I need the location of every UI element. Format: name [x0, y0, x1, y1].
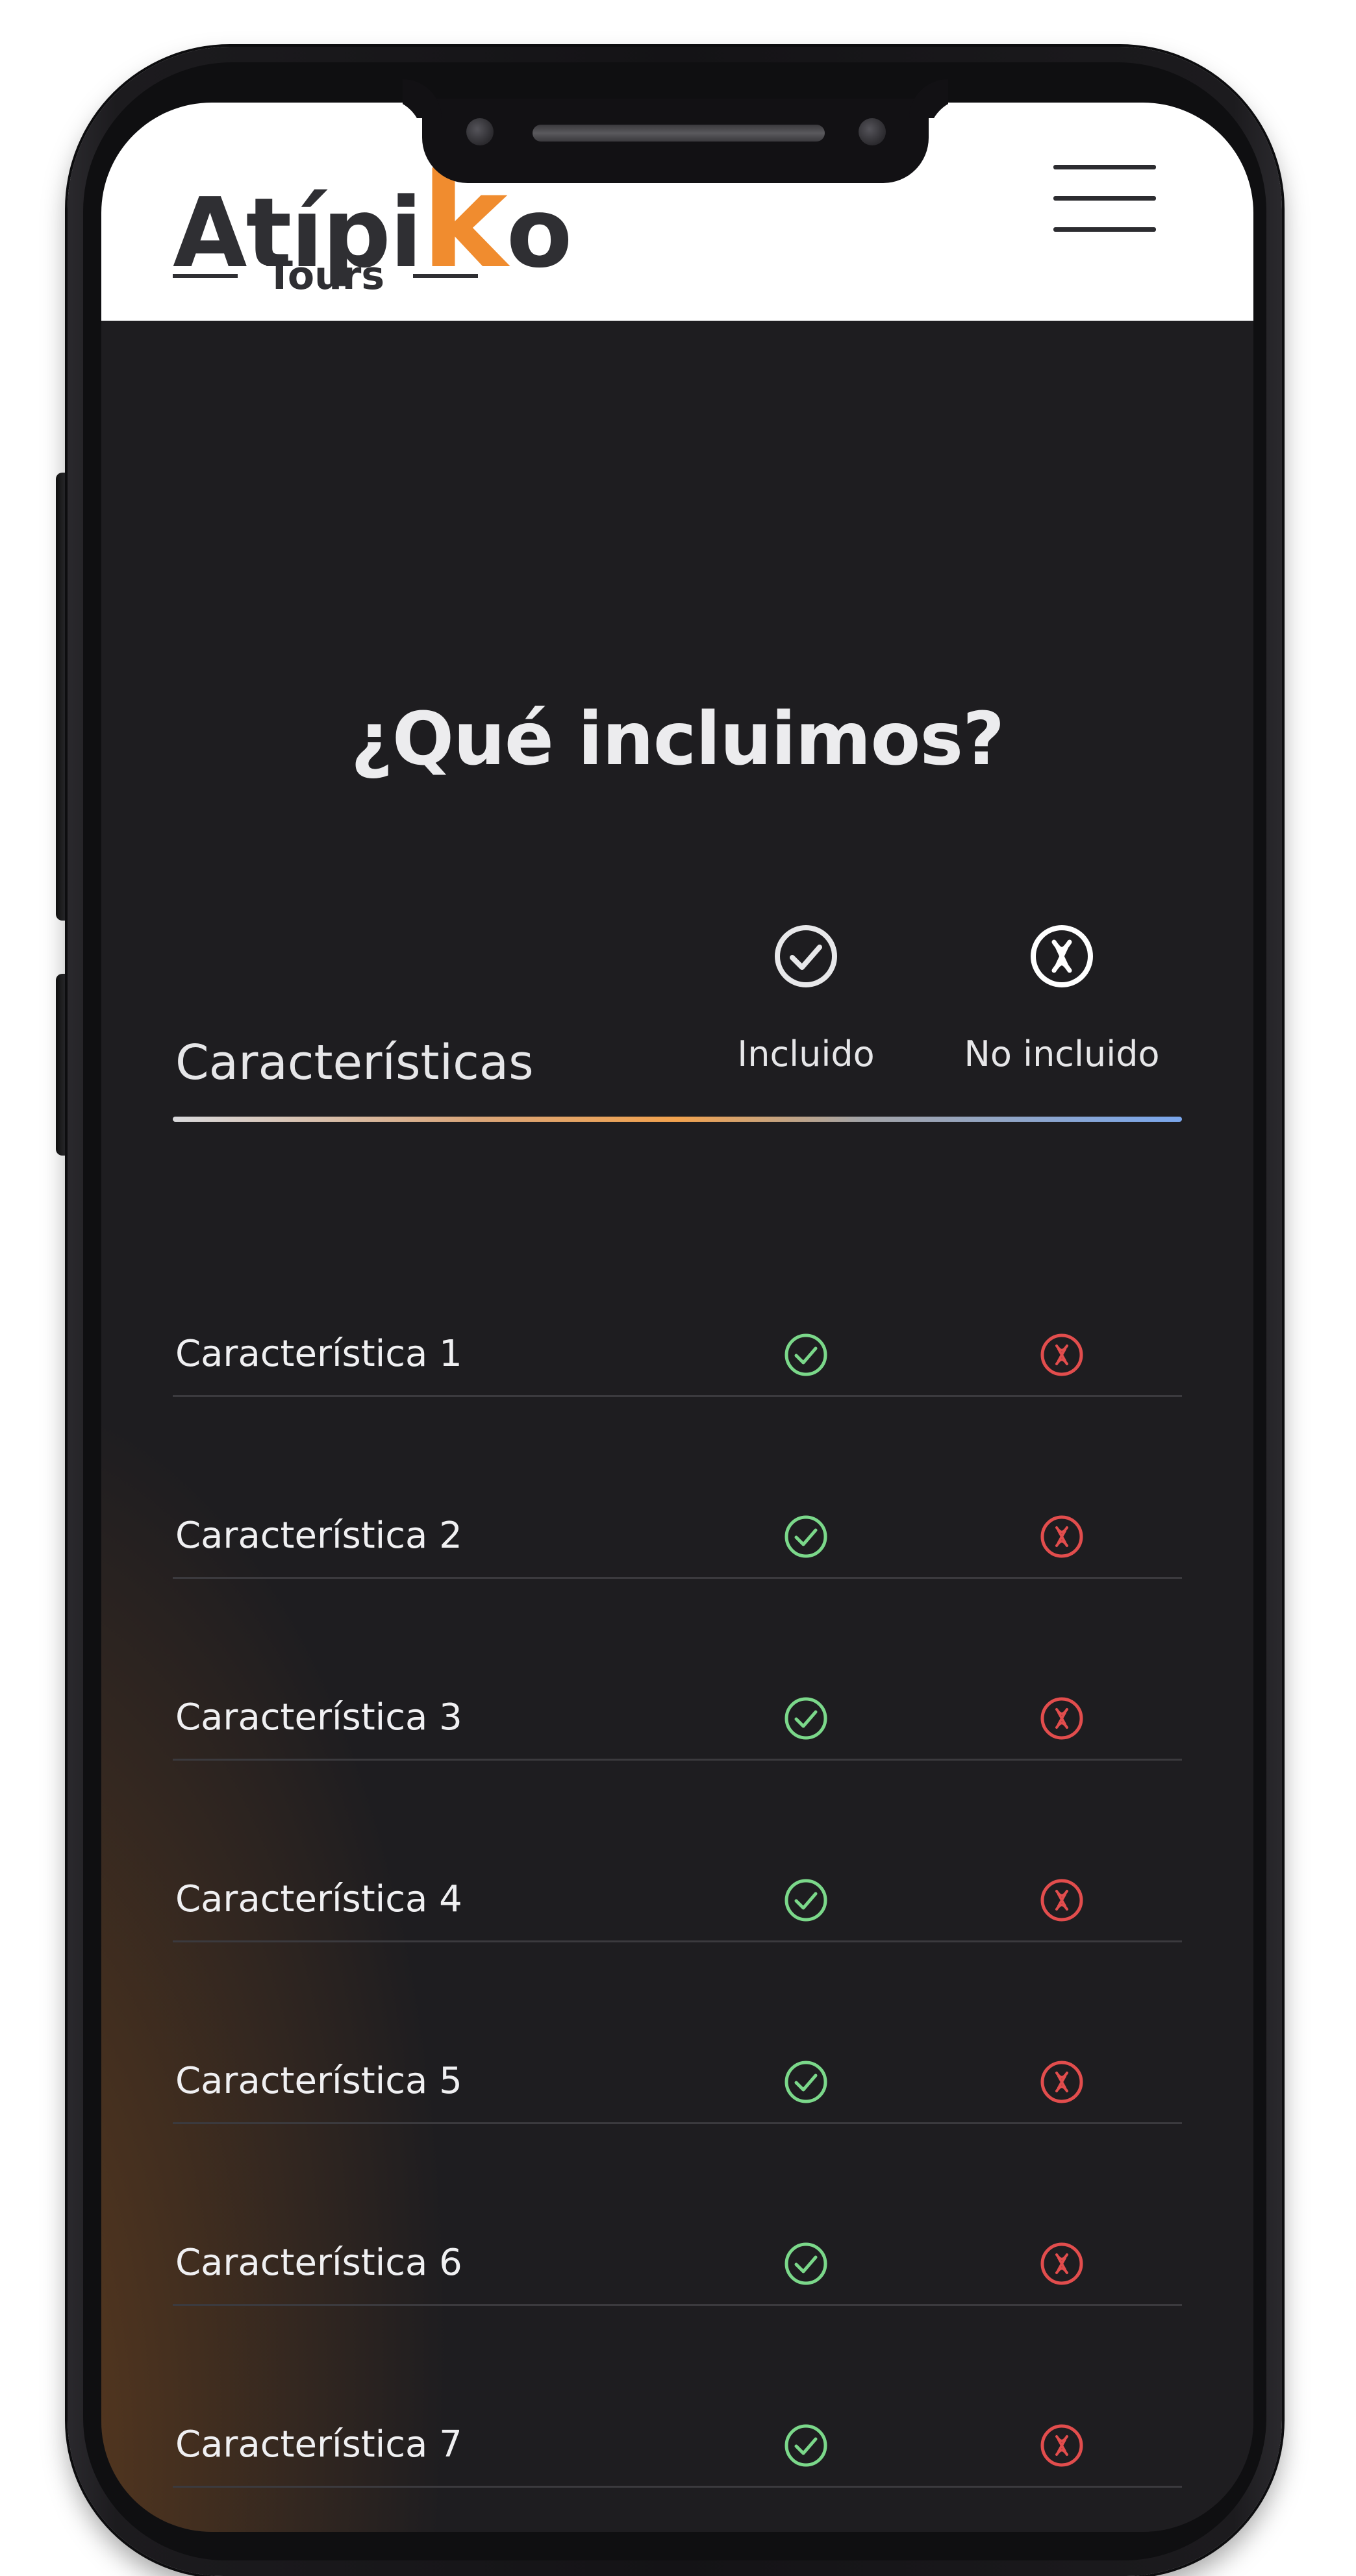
x-circle-icon — [1040, 1697, 1083, 1740]
check-circle-icon — [785, 2242, 827, 2285]
what-we-include-section: ¿Qué incluimos? Características Incluido… — [101, 321, 1253, 2532]
earpiece-speaker — [533, 125, 825, 142]
included-column-header: Incluido — [737, 1034, 875, 1074]
section-title: ¿Qué incluimos? — [350, 697, 1005, 782]
check-circle-icon — [775, 925, 837, 987]
not-included-column-header: No incluido — [964, 1034, 1160, 1074]
check-circle-icon — [785, 1515, 827, 1558]
feature-label: Característica 6 — [175, 2242, 462, 2284]
logo-divider-right — [412, 274, 478, 278]
hamburger-menu-icon[interactable] — [1053, 165, 1156, 232]
logo-divider-left — [173, 274, 238, 278]
feature-label: Característica 3 — [175, 1696, 462, 1739]
table-row: Característica 5 — [173, 1942, 1182, 2124]
table-row: Característica 2 — [173, 1397, 1182, 1579]
table-row: Característica 7 — [173, 2306, 1182, 2488]
header-gradient-underline — [173, 1117, 1182, 1122]
feature-label: Característica 4 — [175, 1878, 462, 1920]
sensor-icon — [859, 118, 886, 145]
x-circle-icon — [1040, 2061, 1083, 2103]
table-row: Característica 1 — [173, 1215, 1182, 1397]
x-circle-icon — [1040, 1333, 1083, 1376]
check-circle-icon — [785, 2424, 827, 2467]
x-circle-icon — [1040, 2424, 1083, 2467]
feature-label: Característica 1 — [175, 1333, 462, 1375]
x-circle-icon — [1040, 1515, 1083, 1558]
table-row: Característica 6 — [173, 2124, 1182, 2306]
feature-label: Característica 5 — [175, 2060, 462, 2102]
table-row: Característica 3 — [173, 1579, 1182, 1761]
check-circle-icon — [785, 2061, 827, 2103]
phone-notch — [422, 99, 929, 183]
check-circle-icon — [785, 1697, 827, 1740]
logo-word-suffix: o — [506, 177, 573, 289]
row-divider — [173, 2486, 1182, 2488]
feature-label: Característica 7 — [175, 2423, 462, 2466]
features-column-header: Características — [175, 1035, 534, 1091]
x-circle-icon — [1031, 925, 1093, 987]
phone-screen: Atípiko Tours ¿Qué incluimos? Caracterís… — [101, 103, 1253, 2532]
feature-label: Característica 2 — [175, 1515, 462, 1557]
check-circle-icon — [785, 1879, 827, 1922]
x-circle-icon — [1040, 1879, 1083, 1922]
table-row: Característica 4 — [173, 1761, 1182, 1942]
front-camera-icon — [466, 118, 494, 145]
check-circle-icon — [785, 1333, 827, 1376]
logo-tagline-row: Tours — [173, 253, 478, 299]
logo-tagline: Tours — [266, 253, 385, 299]
x-circle-icon — [1040, 2242, 1083, 2285]
